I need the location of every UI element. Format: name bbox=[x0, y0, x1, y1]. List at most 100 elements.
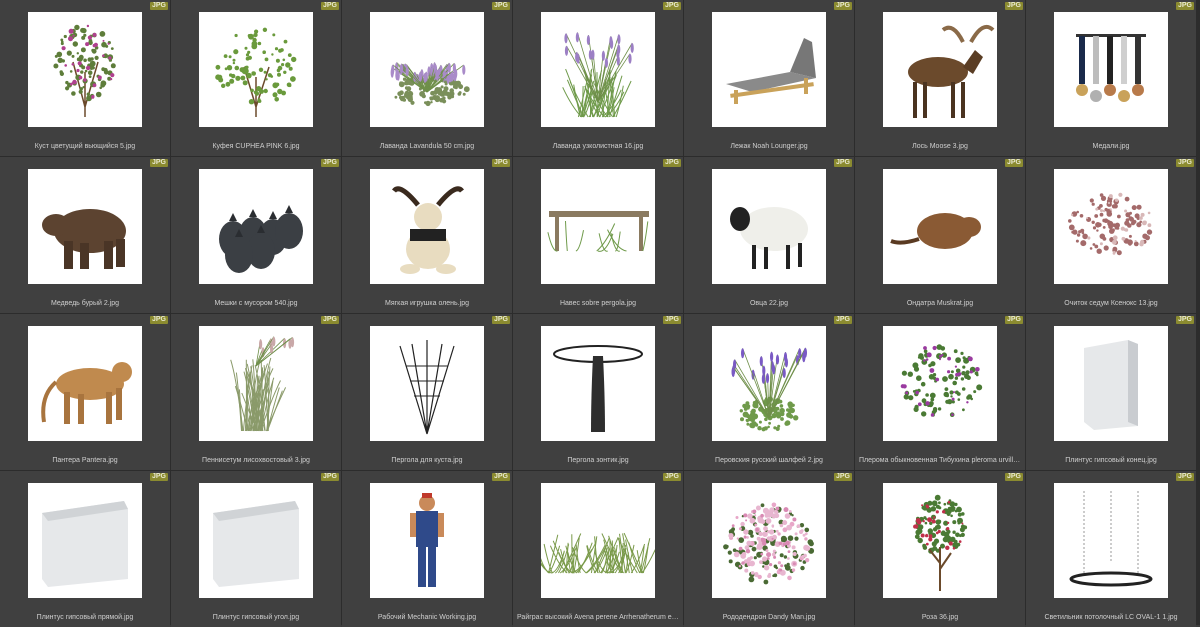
thumbnail-image[interactable] bbox=[541, 169, 655, 284]
flowering-shrub-icon bbox=[53, 24, 116, 117]
file-type-badge: JPG bbox=[1004, 159, 1023, 167]
file-tile[interactable]: JPG Перовския русский шалфей 2.jpg bbox=[684, 314, 854, 470]
thumbnail-image[interactable] bbox=[199, 326, 313, 441]
thumbnail-image[interactable] bbox=[883, 169, 997, 284]
file-tile[interactable]: JPG Плинтус гипсовый конец.jpg bbox=[1026, 314, 1196, 470]
file-name-label: Лежак Noah Lounger.jpg bbox=[730, 143, 808, 150]
file-name-label: Плерома обыкновенная Тибухина pleroma ur… bbox=[859, 457, 1025, 464]
file-tile[interactable]: JPG Очиток седум Ксенокс 13.jpg bbox=[1026, 157, 1196, 313]
file-tile[interactable]: JPG Ондатра Muskrat.jpg bbox=[855, 157, 1025, 313]
file-tile[interactable]: JPG Роза 36.jpg bbox=[855, 471, 1025, 627]
file-tile[interactable]: JPG Пергола для куста.jpg bbox=[342, 314, 512, 470]
thumbnail-image[interactable] bbox=[541, 12, 655, 127]
file-type-badge: JPG bbox=[320, 159, 339, 167]
file-type-badge: JPG bbox=[149, 2, 168, 10]
thumbnail-image[interactable] bbox=[541, 483, 655, 598]
thumbnail-image[interactable] bbox=[28, 12, 142, 127]
file-name-label: Рабочий Mechanic Working.jpg bbox=[377, 614, 477, 621]
file-name-label: Пантера Pantera.jpg bbox=[52, 457, 118, 464]
thumbnail-image[interactable] bbox=[1054, 169, 1168, 284]
file-tile[interactable]: JPG Лаванда Lavandula 50 cm.jpg bbox=[342, 0, 512, 156]
file-tile[interactable]: JPG Мягкая игрушка олень.jpg bbox=[342, 157, 512, 313]
file-type-badge: JPG bbox=[320, 316, 339, 324]
rhododendron-icon bbox=[723, 502, 815, 585]
file-name-label: Рододендрон Dandy Man.jpg bbox=[722, 614, 816, 621]
file-tile[interactable]: JPG Лаванда узколистная 16.jpg bbox=[513, 0, 683, 156]
file-name-label: Пергола зонтик.jpg bbox=[567, 457, 629, 464]
file-type-badge: JPG bbox=[320, 2, 339, 10]
file-tile[interactable]: JPG Мешки с мусором 540.jpg bbox=[171, 157, 341, 313]
file-name-label: Плинтус гипсовый конец.jpg bbox=[1065, 457, 1157, 464]
ryegrass-icon bbox=[541, 532, 655, 574]
file-type-badge: JPG bbox=[1004, 2, 1023, 10]
thumbnail-image[interactable] bbox=[1054, 483, 1168, 598]
file-type-badge: JPG bbox=[149, 316, 168, 324]
sheep-icon bbox=[730, 207, 808, 269]
file-tile[interactable]: JPG Куст цветущий вьющийся 5.jpg bbox=[0, 0, 170, 156]
file-tile[interactable]: JPG Плинтус гипсовый угол.jpg bbox=[171, 471, 341, 627]
thumbnail-image[interactable] bbox=[541, 326, 655, 441]
file-tile[interactable]: JPG Навес sobre pergola.jpg bbox=[513, 157, 683, 313]
thumbnail-image[interactable] bbox=[883, 12, 997, 127]
file-type-badge: JPG bbox=[662, 2, 681, 10]
file-tile[interactable]: JPG Рододендрон Dandy Man.jpg bbox=[684, 471, 854, 627]
thumbnail-image[interactable] bbox=[199, 12, 313, 127]
file-tile[interactable]: JPG Лежак Noah Lounger.jpg bbox=[684, 0, 854, 156]
thumbnail-image[interactable] bbox=[712, 169, 826, 284]
file-tile[interactable]: JPG Пергола зонтик.jpg bbox=[513, 314, 683, 470]
file-tile[interactable]: JPG Медали.jpg bbox=[1026, 0, 1196, 156]
thumbnail-image[interactable] bbox=[28, 483, 142, 598]
file-tile[interactable]: JPG Рабочий Mechanic Working.jpg bbox=[342, 471, 512, 627]
thumbnail-image[interactable] bbox=[1054, 326, 1168, 441]
file-type-badge: JPG bbox=[149, 159, 168, 167]
grass-plume-icon bbox=[230, 336, 295, 432]
file-name-label: Мешки с мусором 540.jpg bbox=[214, 300, 298, 307]
lavender-tall-icon bbox=[562, 32, 634, 118]
thumbnail-image[interactable] bbox=[370, 169, 484, 284]
file-type-badge: JPG bbox=[491, 2, 510, 10]
file-tile[interactable]: JPG Пантера Pantera.jpg bbox=[0, 314, 170, 470]
rose-tree-icon bbox=[913, 494, 968, 591]
thumbnail-image[interactable] bbox=[1054, 12, 1168, 127]
thumbnail-image[interactable] bbox=[883, 326, 997, 441]
file-name-label: Мягкая игрушка олень.jpg bbox=[385, 300, 469, 307]
file-name-label: Роза 36.jpg bbox=[921, 614, 959, 621]
perovskia-icon bbox=[731, 347, 807, 432]
file-type-badge: JPG bbox=[662, 316, 681, 324]
file-name-label: Лаванда узколистная 16.jpg bbox=[552, 143, 644, 150]
file-tile[interactable]: JPG Овца 22.jpg bbox=[684, 157, 854, 313]
thumbnail-image[interactable] bbox=[370, 326, 484, 441]
file-tile[interactable]: JPG Светильник потолочный LC OVAL-1 1.jpg bbox=[1026, 471, 1196, 627]
file-type-badge: JPG bbox=[833, 159, 852, 167]
thumbnail-image[interactable] bbox=[28, 169, 142, 284]
file-name-label: Перовския русский шалфей 2.jpg bbox=[715, 457, 823, 464]
file-name-label: Пеннисетум лисохвостовый 3.jpg bbox=[202, 457, 310, 464]
file-type-badge: JPG bbox=[662, 159, 681, 167]
file-type-badge: JPG bbox=[1175, 2, 1194, 10]
thumbnail-image[interactable] bbox=[370, 483, 484, 598]
file-type-badge: JPG bbox=[833, 316, 852, 324]
file-name-label: Куст цветущий вьющийся 5.jpg bbox=[34, 143, 136, 150]
plush-deer-icon bbox=[392, 186, 464, 274]
file-tile[interactable]: JPG Плинтус гипсовый прямой.jpg bbox=[0, 471, 170, 627]
file-tile[interactable]: JPG Пеннисетум лисохвостовый 3.jpg bbox=[171, 314, 341, 470]
file-name-label: Очиток седум Ксенокс 13.jpg bbox=[1064, 300, 1158, 307]
trash-bags-icon bbox=[219, 205, 303, 273]
file-tile[interactable]: JPG Райграс высокий Avena perene Arrhenat… bbox=[513, 471, 683, 627]
mechanic-icon bbox=[410, 493, 444, 587]
file-name-label: Лось Moose 3.jpg bbox=[912, 143, 968, 150]
thumbnail-image[interactable] bbox=[199, 169, 313, 284]
thumbnail-image[interactable] bbox=[370, 12, 484, 127]
thumbnail-image[interactable] bbox=[712, 12, 826, 127]
trellis-icon bbox=[399, 340, 455, 435]
thumbnail-image[interactable] bbox=[883, 483, 997, 598]
thumbnail-image[interactable] bbox=[28, 326, 142, 441]
thumbnail-image[interactable] bbox=[712, 483, 826, 598]
file-name-label: Медведь бурый 2.jpg bbox=[50, 300, 120, 307]
thumbnail-image[interactable] bbox=[199, 483, 313, 598]
file-tile[interactable]: JPG Куфея CUPHEA PINK 6.jpg bbox=[171, 0, 341, 156]
file-tile[interactable]: JPG Медведь бурый 2.jpg bbox=[0, 157, 170, 313]
file-tile[interactable]: JPG Плерома обыкновенная Тибухина pleroma… bbox=[855, 314, 1025, 470]
file-tile[interactable]: JPG Лось Moose 3.jpg bbox=[855, 0, 1025, 156]
thumbnail-image[interactable] bbox=[712, 326, 826, 441]
